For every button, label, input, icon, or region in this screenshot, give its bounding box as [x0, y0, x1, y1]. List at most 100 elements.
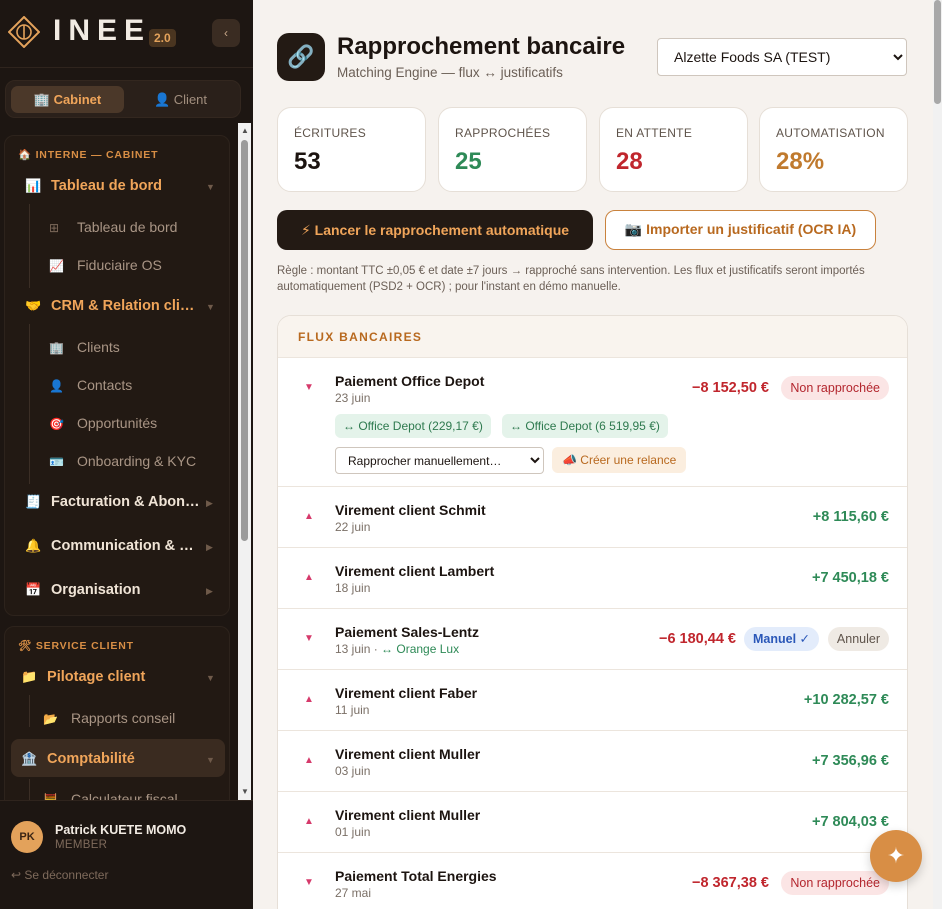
nav-item-calculateur-fiscal[interactable]: 🧮 Calculateur fiscal	[43, 791, 178, 800]
page-subtitle: Matching Engine — flux ↔ justificatifs	[337, 65, 563, 80]
rule-note: Règle : montant TTC ±0,05 € et date ±7 j…	[277, 265, 865, 293]
flow-date-text: 13 juin ·	[335, 642, 382, 656]
user-name: Patrick KUETE MOMO	[55, 823, 187, 837]
nav-item-contacts[interactable]: 👤 Contacts	[49, 377, 132, 393]
nav-item-clients[interactable]: 🏢 Clients	[49, 339, 120, 355]
flow-amount: +8 115,60 €	[812, 509, 889, 525]
table-row[interactable]: ▲ Virement client Lambert 18 juin +7 450…	[278, 548, 907, 609]
nav-communication-group[interactable]: 🔔 Communication & …	[25, 538, 194, 560]
stat-label: EN ATTENTE	[616, 126, 693, 140]
nav-item-onboarding-kyc[interactable]: 🪪 Onboarding & KYC	[49, 453, 196, 469]
flow-title: Virement client Muller	[335, 807, 481, 823]
table-row[interactable]: ▼ Paiement Office Depot 23 juin −8 152,5…	[278, 358, 907, 487]
flow-date: 23 juin	[335, 391, 371, 405]
nav-organisation-group[interactable]: 📅 Organisation	[25, 582, 140, 604]
table-row[interactable]: ▲ Virement client Schmit 22 juin +8 115,…	[278, 487, 907, 548]
undo-button[interactable]: Annuler	[827, 627, 889, 651]
create-reminder-button[interactable]: 📣 Créer une relance	[552, 447, 687, 473]
nav-dashboard-group[interactable]: 📊 Tableau de bord	[25, 178, 162, 200]
link-icon: 🔗	[277, 33, 325, 81]
mode-label: Client	[173, 92, 208, 107]
main-scrollbar[interactable]	[933, 0, 942, 909]
logout-link[interactable]: ↩ Se déconnecter	[11, 868, 108, 882]
nav-label: Rapports conseil	[71, 710, 176, 726]
chevron-right-icon: ▶	[206, 586, 213, 596]
nav-comptabilite-group[interactable]: 🏦 Comptabilité	[21, 751, 135, 773]
scroll-up-icon[interactable]: ▲	[241, 126, 249, 135]
logo-row: INEE 2.0 ‹	[0, 0, 253, 68]
nav-item-opportunites[interactable]: 🎯 Opportunités	[49, 415, 157, 431]
chevron-right-icon: ▶	[206, 542, 213, 552]
logo-icon	[8, 16, 40, 48]
arrow-up-icon: ▲	[304, 572, 314, 583]
suggestion-chip[interactable]: ↔ Office Depot (229,17 €)	[335, 414, 491, 438]
arrow-up-icon: ▲	[304, 511, 314, 522]
id-card-icon: 🪪	[49, 455, 64, 469]
import-receipt-button[interactable]: 📷 Importer un justificatif (OCR IA)	[605, 210, 876, 250]
flow-amount: −6 180,44 €	[658, 631, 736, 647]
stat-value: 28	[616, 148, 643, 175]
bank-icon: 🏦	[21, 751, 38, 766]
nav-item-rapports-conseil[interactable]: 📂 Rapports conseil	[43, 710, 175, 726]
auto-match-button[interactable]: ⚡ Lancer le rapprochement automatique	[277, 210, 593, 250]
stat-value: 53	[294, 148, 321, 175]
tree-line	[29, 695, 30, 727]
flow-amount: +7 804,03 €	[811, 814, 889, 830]
nav-label: Organisation	[51, 582, 141, 598]
tree-line	[29, 779, 30, 800]
panel-header: FLUX BANCAIRES	[278, 316, 907, 358]
user-area: PK Patrick KUETE MOMO MEMBER ↩ Se déconn…	[0, 800, 253, 909]
suggestion-chip[interactable]: ↔ Office Depot (6 519,95 €)	[502, 414, 668, 438]
table-row[interactable]: ▼ Paiement Sales-Lentz 13 juin · ↔ Orang…	[278, 609, 907, 670]
nav-crm-group[interactable]: 🤝 CRM & Relation cli…	[25, 298, 194, 320]
flow-title: Paiement Sales-Lentz	[335, 624, 479, 640]
scroll-thumb[interactable]	[934, 0, 941, 104]
target-icon: 🎯	[49, 417, 64, 431]
bank-flows-panel: FLUX BANCAIRES ▼ Paiement Office Depot 2…	[277, 315, 908, 909]
user-icon: 👤	[49, 379, 64, 393]
nav-label: CRM & Relation cli…	[51, 298, 195, 314]
nav-pilotage-group[interactable]: 📁 Pilotage client	[21, 669, 145, 691]
collapse-sidebar-button[interactable]: ‹	[212, 19, 240, 47]
tree-line	[29, 324, 30, 484]
handshake-icon: 🤝	[25, 298, 42, 313]
table-row[interactable]: ▲ Virement client Muller 01 juin +7 804,…	[278, 792, 907, 853]
user-icon: 👤	[153, 92, 171, 107]
company-select[interactable]: Alzette Foods SA (TEST)	[657, 38, 907, 76]
scroll-down-icon[interactable]: ▼	[241, 787, 249, 796]
stat-ecritures: ÉCRITURES 53	[277, 107, 426, 192]
flow-date: 22 juin	[335, 520, 371, 534]
stat-label: AUTOMATISATION	[776, 126, 885, 140]
flow-amount: +7 450,18 €	[811, 570, 889, 586]
mode-cabinet-button[interactable]: 🏢 Cabinet	[11, 86, 124, 113]
nav-item-fiduciaire-os[interactable]: 📈 Fiduciaire OS	[49, 257, 162, 273]
arrow-up-icon: ▲	[304, 816, 314, 827]
arrow-up-icon: ▲	[304, 694, 314, 705]
trend-icon: 📈	[49, 259, 64, 273]
avatar[interactable]: PK	[11, 821, 43, 853]
nav-item-dashboard[interactable]: ⊞ Tableau de bord	[49, 219, 177, 235]
mode-client-button[interactable]: 👤 Client	[124, 86, 237, 113]
scroll-thumb[interactable]	[241, 140, 248, 541]
flow-date: 03 juin	[335, 764, 371, 778]
flow-amount: −8 152,50 €	[691, 380, 769, 396]
sidebar-nav: 🏠 INTERNE — CABINET 📊 Tableau de bord ▼ …	[0, 123, 253, 800]
calendar-icon: 📅	[25, 582, 42, 597]
sidebar-scrollbar[interactable]: ▲ ▼	[238, 123, 251, 800]
mode-label: Cabinet	[53, 92, 102, 107]
chevron-down-icon: ▼	[206, 302, 215, 312]
table-row[interactable]: ▼ Paiement Total Energies 27 mai −8 367,…	[278, 853, 907, 909]
manual-match-select[interactable]: Rapprocher manuellement…	[335, 447, 544, 474]
nav-facturation-group[interactable]: 🧾 Facturation & Abon…	[25, 494, 200, 516]
table-row[interactable]: ▲ Virement client Muller 03 juin +7 356,…	[278, 731, 907, 792]
stat-automatisation: AUTOMATISATION 28%	[759, 107, 908, 192]
chevron-down-icon: ▼	[206, 673, 215, 683]
stat-rapprochees: RAPPROCHÉES 25	[438, 107, 587, 192]
building-icon: 🏢	[33, 92, 50, 107]
flow-title: Virement client Lambert	[335, 563, 495, 579]
folder-icon: 📁	[21, 669, 38, 684]
bell-icon: 🔔	[25, 538, 42, 553]
version-badge: 2.0	[149, 29, 176, 47]
table-row[interactable]: ▲ Virement client Faber 11 juin +10 282,…	[278, 670, 907, 731]
assistant-fab-button[interactable]: ✦	[870, 830, 922, 882]
